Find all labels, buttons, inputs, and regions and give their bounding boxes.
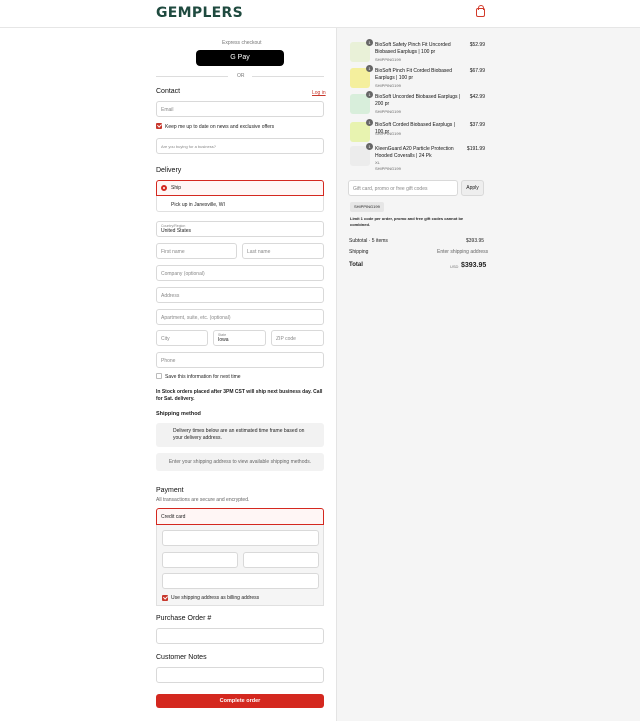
contact-title: Contact [156, 88, 181, 95]
country-select[interactable]: Country/Region United States [156, 221, 324, 237]
country-value: United States [161, 228, 192, 234]
pickup-option[interactable]: Pick up in Janesville, WI [156, 196, 324, 212]
subtotal-label: Subtotal · 5 items [349, 238, 388, 244]
shipping-value: Enter shipping address [437, 249, 489, 255]
product-price: $37.99 [469, 122, 485, 128]
discount-limit-note: Limit 1 code per order, promo and free g… [350, 216, 464, 227]
divider [156, 76, 228, 77]
card-details-panel: Use shipping address as billing address [156, 525, 324, 606]
quantity-badge: 1 [366, 39, 373, 46]
google-pay-button[interactable]: G Pay [196, 50, 284, 66]
billing-label: Use shipping address as billing address [171, 595, 260, 601]
shopping-bag-icon[interactable] [476, 5, 485, 17]
express-checkout-label: Express checkout [222, 40, 262, 46]
discount-code-input[interactable]: Gift card, promo or free gift codes [348, 180, 458, 196]
product-price: $67.99 [469, 68, 485, 74]
payment-title: Payment [156, 487, 184, 494]
zip-input[interactable]: ZIP code [271, 330, 324, 346]
newsletter-checkbox[interactable] [156, 123, 162, 129]
expiration-input[interactable] [162, 552, 238, 568]
login-link[interactable]: Log in [312, 90, 326, 96]
quantity-badge: 1 [366, 119, 373, 126]
security-code-input[interactable] [243, 552, 319, 568]
first-name-input[interactable]: First name [156, 243, 237, 259]
shipping-placeholder: Enter your shipping address to view avai… [156, 453, 324, 471]
shipping-code: SHIPPING199 [375, 131, 401, 136]
apply-button[interactable]: Apply [461, 180, 484, 196]
card-number-input[interactable] [162, 530, 319, 546]
address-input[interactable]: Address [156, 287, 324, 303]
save-info-label: Save this information for next time [165, 374, 241, 380]
customer-notes-title: Customer Notes [156, 654, 207, 661]
total-value: $393.95 [461, 262, 487, 269]
billing-checkbox[interactable] [162, 595, 168, 601]
credit-card-option[interactable]: Credit card [156, 508, 324, 525]
purchase-order-title: Purchase Order # [156, 615, 212, 622]
quantity-badge: 1 [366, 91, 373, 98]
cart-item: 1 KleenGuard A20 Particle Protection Hood… [350, 143, 485, 172]
shipping-code: SHIPPING199 [375, 166, 401, 171]
ship-label: Ship [171, 185, 182, 191]
complete-order-button[interactable]: Complete order [156, 694, 324, 708]
shipping-code: SHIPPING199 [375, 109, 401, 114]
shipping-info-box: Delivery times below are an estimated ti… [156, 423, 324, 447]
total-label: Total [349, 262, 363, 268]
radio-selected-icon [161, 185, 167, 191]
save-info-checkbox[interactable] [156, 373, 162, 379]
credit-card-label: Credit card [161, 514, 186, 520]
delivery-title: Delivery [156, 167, 182, 174]
variant-label: XL [375, 160, 380, 165]
email-input[interactable]: Email [156, 101, 324, 117]
product-price: $42.99 [469, 94, 485, 100]
currency-code: USD [450, 264, 459, 269]
shipping-label: Shipping [349, 249, 369, 255]
discount-tag: SHIPPING199 [350, 202, 384, 212]
pickup-label: Pick up in Janesville, WI [171, 202, 225, 208]
purchase-order-input[interactable] [156, 628, 324, 644]
name-on-card-input[interactable] [162, 573, 319, 589]
cart-item: 1 BioSoft Uncorded Biobased Earplugs | 20… [350, 91, 485, 120]
shipping-code: SHIPPING199 [375, 57, 401, 62]
newsletter-label: Keep me up to date on news and exclusive… [165, 124, 275, 130]
quantity-badge: 1 [366, 65, 373, 72]
ship-option[interactable]: Ship [156, 180, 324, 196]
divider [252, 76, 324, 77]
product-name: BioSoft Pinch Fit Corded Biobased Earplu… [375, 68, 452, 81]
header: GEMPLERS [0, 0, 640, 28]
product-name: KleenGuard A20 Particle Protection Hoode… [375, 146, 454, 159]
brand-logo[interactable]: GEMPLERS [156, 5, 243, 21]
business-select-label: Are you buying for a business? [161, 144, 216, 149]
discount-code: SHIPPING199 [354, 204, 380, 209]
subtotal-value: $393.95 [466, 238, 485, 244]
phone-input[interactable]: Phone [156, 352, 324, 368]
product-name: BioSoft Uncorded Biobased Earplugs | 200… [375, 94, 461, 107]
company-input[interactable]: Company (optional) [156, 265, 324, 281]
payment-subtitle: All transactions are secure and encrypte… [156, 497, 250, 503]
shipping-info-text: Delivery times below are an estimated ti… [173, 428, 305, 441]
shipping-method-title: Shipping method [156, 411, 201, 417]
product-price: $52.99 [469, 42, 485, 48]
shipping-code: SHIPPING199 [375, 83, 401, 88]
last-name-input[interactable]: Last name [242, 243, 324, 259]
business-select[interactable]: Are you buying for a business? [156, 138, 324, 154]
quantity-badge: 1 [366, 143, 373, 150]
product-price: $191.99 [466, 146, 485, 152]
state-select[interactable]: State Iowa [213, 330, 266, 346]
or-divider: OR [237, 73, 245, 79]
city-input[interactable]: City [156, 330, 208, 346]
shipping-notice: In Stock orders placed after 3PM CST wil… [156, 389, 323, 402]
product-name: BioSoft Safety Pinch Fit Uncorded Biobas… [375, 42, 451, 55]
customer-notes-input[interactable] [156, 667, 324, 683]
apartment-input[interactable]: Apartment, suite, etc. (optional) [156, 309, 324, 325]
state-value: Iowa [218, 337, 229, 343]
